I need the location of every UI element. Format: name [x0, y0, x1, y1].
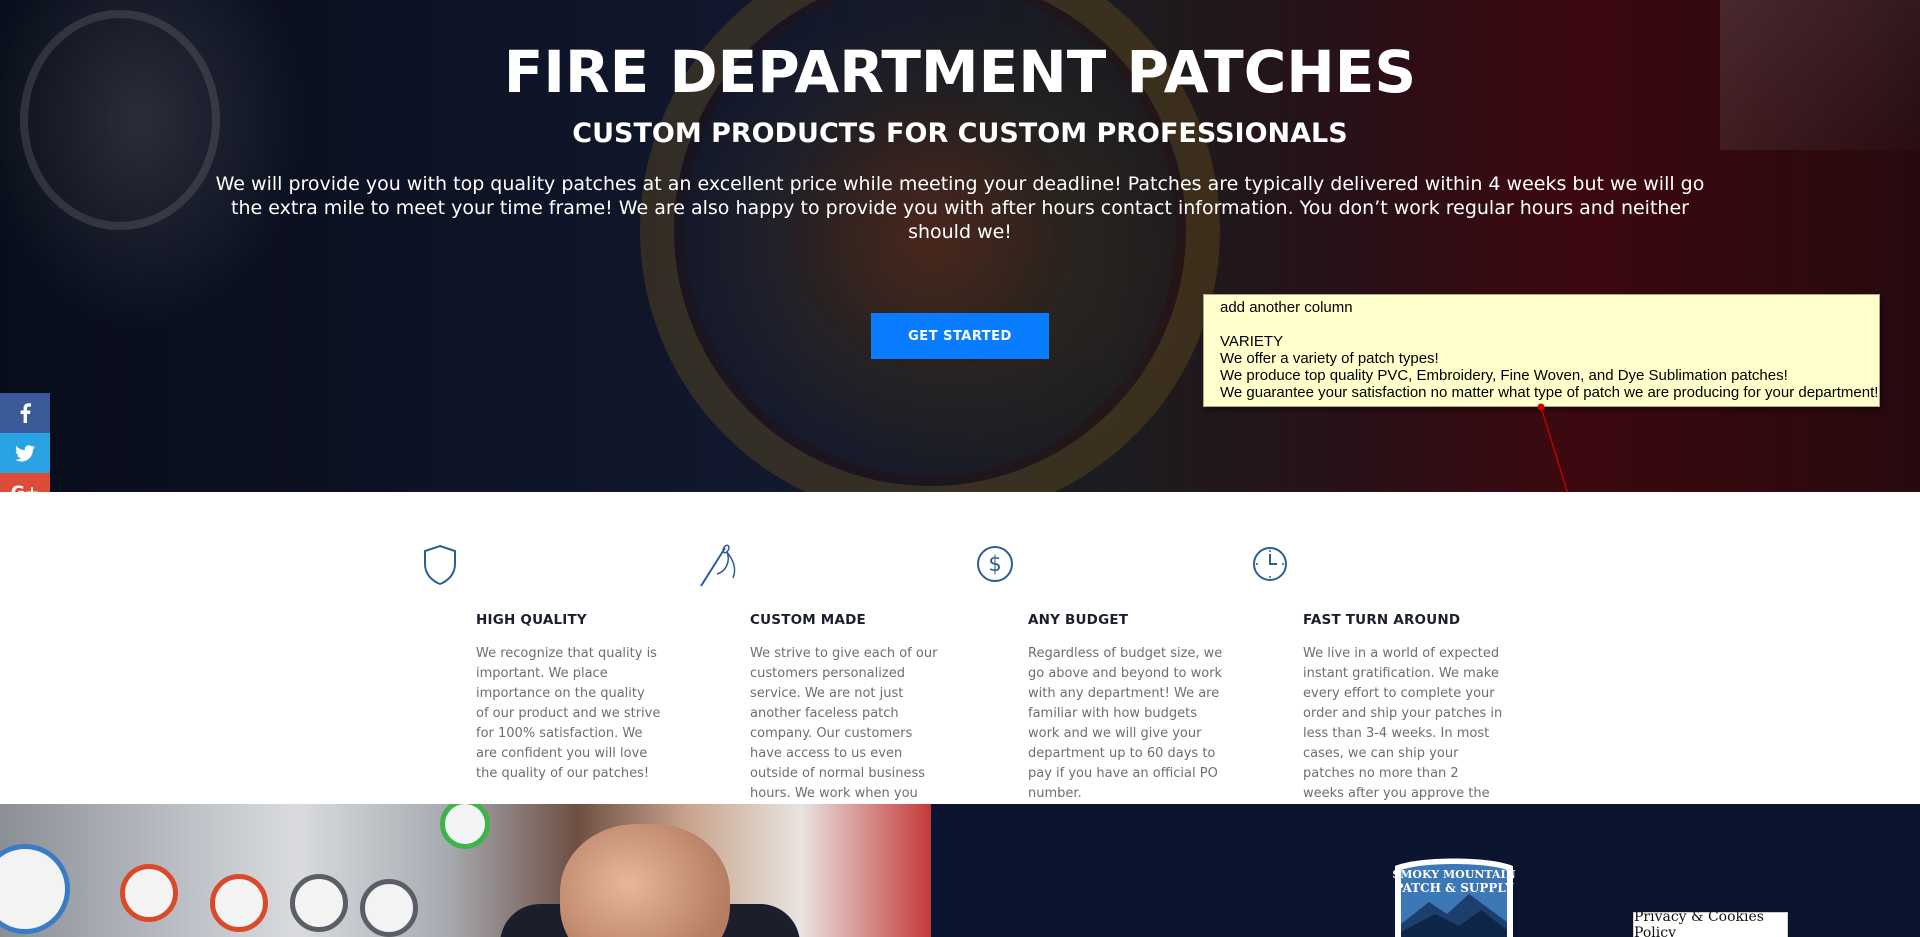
shield-icon	[424, 544, 456, 586]
logo-line-1: SMOKY MOUNTAIN	[1392, 868, 1515, 881]
gauge-image	[360, 879, 418, 937]
feature-text: We recognize that quality is important. …	[476, 646, 661, 781]
note-line: We offer a variety of patch types!	[1220, 350, 1439, 367]
note-line: add another column	[1220, 299, 1353, 316]
twitter-icon	[15, 444, 35, 461]
gauge-image	[290, 874, 348, 932]
note-line: VARIETY	[1220, 333, 1284, 350]
dollar-icon: $	[977, 546, 1013, 582]
get-started-button[interactable]: GET STARTED	[871, 313, 1049, 359]
feature-text: Regardless of budget size, we go above a…	[1028, 646, 1223, 801]
page-subtitle: CUSTOM PRODUCTS FOR CUSTOM PROFESSIONALS	[572, 118, 1348, 149]
note-spacer	[1220, 316, 1879, 333]
needle-thread-icon	[700, 544, 736, 587]
gauge-image	[210, 874, 268, 932]
firefighter-pump-panel-photo	[0, 804, 931, 937]
page-title: FIRE DEPARTMENT PATCHES	[503, 38, 1417, 106]
feature-title: FAST TURN AROUND	[1303, 612, 1461, 628]
smoky-mountain-logo: SMOKY MOUNTAIN PATCH & SUPPLY	[1392, 858, 1516, 937]
gauge-image	[120, 864, 178, 922]
feature-title: HIGH QUALITY	[476, 612, 587, 628]
gauge-image	[0, 844, 70, 934]
feature-text: We live in a world of expected instant g…	[1303, 646, 1503, 821]
gauge-image	[440, 804, 490, 849]
annotation-note[interactable]: add another column VARIETY We offer a va…	[1203, 294, 1880, 407]
feature-text: We strive to give each of our customers …	[750, 646, 938, 821]
logo-line-2: PATCH & SUPPLY	[1394, 881, 1514, 895]
hero-description: We will provide you with top quality pat…	[215, 173, 1705, 243]
feature-title: CUSTOM MADE	[750, 612, 866, 628]
note-line: We produce top quality PVC, Embroidery, …	[1220, 367, 1788, 384]
privacy-policy-link[interactable]: Privacy & Cookies Policy	[1633, 909, 1788, 937]
facebook-icon	[20, 403, 31, 423]
feature-title: ANY BUDGET	[1028, 612, 1129, 628]
hero-section: FIRE DEPARTMENT PATCHES CUSTOM PRODUCTS …	[0, 0, 1920, 492]
note-line: We guarantee your satisfaction no matter…	[1220, 384, 1879, 401]
svg-text:$: $	[988, 552, 1001, 576]
twitter-share-button[interactable]	[0, 433, 50, 473]
features-section: HIGH QUALITY We recognize that quality i…	[0, 492, 1920, 821]
facebook-share-button[interactable]	[0, 393, 50, 433]
clock-icon	[1253, 547, 1287, 581]
worker-head-image	[560, 824, 730, 937]
